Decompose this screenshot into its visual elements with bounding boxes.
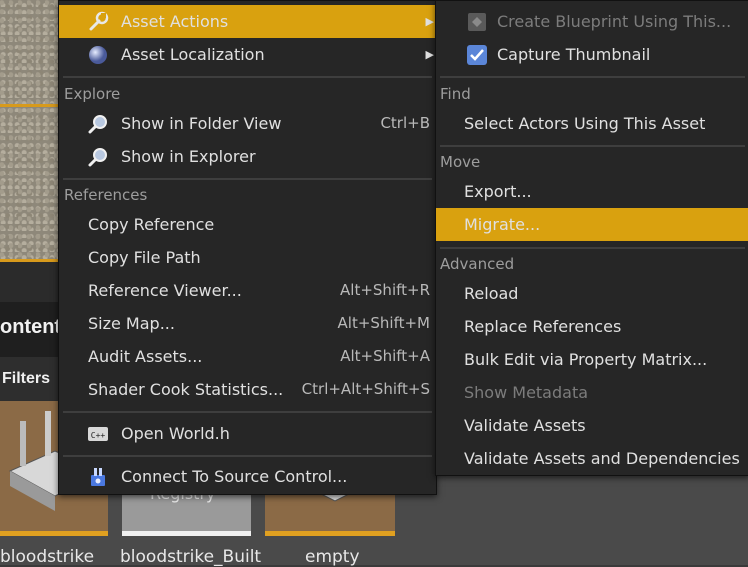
magnifier-icon <box>88 148 107 167</box>
content-browser-title: ontent <box>0 316 62 338</box>
menu-item-audit-assets[interactable]: Audit Assets... Alt+Shift+A <box>59 340 436 373</box>
menu-item-asset-localization[interactable]: Asset Localization ▶ <box>59 38 436 71</box>
menu-item-label: Capture Thumbnail <box>497 45 651 64</box>
menu-item-migrate[interactable]: Migrate... <box>436 208 748 241</box>
menu-separator <box>440 145 745 147</box>
section-header-references: References <box>64 186 148 204</box>
submenu-arrow-icon: ▶ <box>425 48 434 61</box>
source-control-icon <box>91 468 105 486</box>
menu-item-label: Reference Viewer... <box>88 281 242 300</box>
menu-item-label: Show Metadata <box>464 383 589 402</box>
menu-item-label: Shader Cook Statistics... <box>88 380 284 399</box>
menu-item-label: Replace References <box>464 317 622 336</box>
menu-separator <box>63 411 432 413</box>
menu-item-label: Asset Actions <box>121 12 229 31</box>
menu-item-label: Validate Assets and Dependencies <box>464 449 740 468</box>
menu-item-label: Open World.h <box>121 424 230 443</box>
menu-item-asset-actions[interactable]: Asset Actions ▶ <box>59 5 436 38</box>
menu-item-label: Size Map... <box>88 314 175 333</box>
asset-actions-submenu: Create Blueprint Using This... Capture T… <box>435 0 748 476</box>
submenu-arrow-icon: ▶ <box>425 15 434 28</box>
menu-item-label: Show in Explorer <box>121 147 256 166</box>
menu-item-create-blueprint: Create Blueprint Using This... <box>436 5 748 38</box>
menu-item-show-metadata: Show Metadata <box>436 376 748 409</box>
section-header-find: Find <box>440 85 471 103</box>
checkbox-icon <box>467 45 487 65</box>
asset-tile-label: bloodstrike_Built <box>120 547 262 567</box>
menu-item-capture-thumbnail[interactable]: Capture Thumbnail <box>436 38 748 71</box>
menu-item-label: Migrate... <box>464 215 541 234</box>
menu-item-replace-references[interactable]: Replace References <box>436 310 748 343</box>
menu-item-reference-viewer[interactable]: Reference Viewer... Alt+Shift+R <box>59 274 436 307</box>
asset-context-menu: Asset Actions ▶ Asset Localization ▶ Exp… <box>58 0 437 495</box>
menu-item-reload[interactable]: Reload <box>436 277 748 310</box>
shortcut-label: Alt+Shift+M <box>337 314 430 332</box>
menu-item-show-in-explorer[interactable]: Show in Explorer <box>59 140 436 173</box>
menu-item-show-in-folder-view[interactable]: Show in Folder View Ctrl+B <box>59 107 436 140</box>
menu-item-label: Show in Folder View <box>121 114 282 133</box>
wrench-icon <box>89 11 109 31</box>
menu-item-label: Copy File Path <box>88 248 201 267</box>
menu-separator <box>440 76 745 78</box>
menu-item-connect-source-control[interactable]: Connect To Source Control... <box>59 460 436 493</box>
menu-item-label: Export... <box>464 182 532 201</box>
menu-item-label: Create Blueprint Using This... <box>497 12 732 31</box>
menu-item-label: Copy Reference <box>88 215 215 234</box>
globe-icon <box>89 46 107 64</box>
menu-item-label: Connect To Source Control... <box>121 467 348 486</box>
shortcut-label: Alt+Shift+A <box>340 347 430 365</box>
menu-item-label: Asset Localization <box>121 45 265 64</box>
shortcut-label: Alt+Shift+R <box>340 281 430 299</box>
section-header-explore: Explore <box>64 85 121 103</box>
section-header-move: Move <box>440 153 481 171</box>
cpp-file-icon: C++ <box>88 427 108 441</box>
menu-item-copy-file-path[interactable]: Copy File Path <box>59 241 436 274</box>
menu-item-label: Bulk Edit via Property Matrix... <box>464 350 708 369</box>
asset-tile-label: empty <box>305 547 360 567</box>
asset-tile-label: bloodstrike <box>0 547 95 567</box>
menu-separator <box>440 247 745 249</box>
menu-item-export[interactable]: Export... <box>436 175 748 208</box>
menu-item-bulk-edit[interactable]: Bulk Edit via Property Matrix... <box>436 343 748 376</box>
selection-accent-line <box>0 104 60 107</box>
shortcut-label: Ctrl+B <box>380 114 430 132</box>
menu-item-validate-assets-dependencies[interactable]: Validate Assets and Dependencies <box>436 442 748 475</box>
magnifier-icon <box>88 115 107 134</box>
svg-text:C++: C++ <box>91 431 106 440</box>
menu-item-shader-cook-statistics[interactable]: Shader Cook Statistics... Ctrl+Alt+Shift… <box>59 373 436 406</box>
menu-item-label: Reload <box>464 284 519 303</box>
menu-item-open-world-h[interactable]: C++ Open World.h <box>59 417 436 450</box>
section-header-advanced: Advanced <box>440 255 515 273</box>
filters-button[interactable]: Filters <box>2 370 50 388</box>
menu-item-select-actors[interactable]: Select Actors Using This Asset <box>436 107 748 140</box>
menu-item-copy-reference[interactable]: Copy Reference <box>59 208 436 241</box>
menu-item-label: Audit Assets... <box>88 347 203 366</box>
menu-item-size-map[interactable]: Size Map... Alt+Shift+M <box>59 307 436 340</box>
menu-separator <box>63 455 432 457</box>
shortcut-label: Ctrl+Alt+Shift+S <box>301 380 430 398</box>
menu-separator <box>63 178 432 180</box>
menu-separator <box>63 76 432 78</box>
menu-item-label: Validate Assets <box>464 416 586 435</box>
menu-item-label: Select Actors Using This Asset <box>464 114 706 133</box>
menu-item-validate-assets[interactable]: Validate Assets <box>436 409 748 442</box>
blueprint-icon <box>468 13 486 31</box>
